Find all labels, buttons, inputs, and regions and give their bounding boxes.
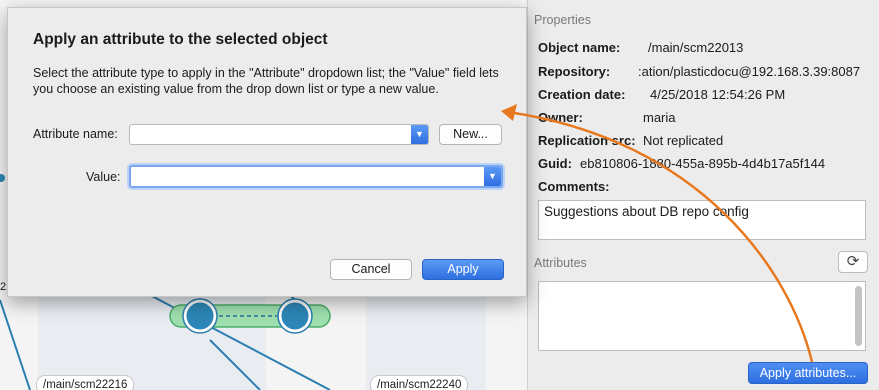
changeset-icon	[278, 299, 312, 333]
prop-key: Replication src:	[538, 133, 636, 148]
prop-value: Not replicated	[643, 133, 724, 148]
new-attribute-button[interactable]: New...	[439, 124, 502, 145]
value-label: Value:	[86, 170, 121, 184]
prop-object-name: Object name: /main/scm22013	[538, 40, 743, 55]
prop-value: /main/scm22013	[648, 40, 744, 55]
prop-key: Comments:	[538, 179, 610, 194]
dialog-title: Apply an attribute to the selected objec…	[33, 31, 328, 48]
prop-comments: Comments:	[538, 179, 610, 194]
chevron-down-icon[interactable]: ▼	[484, 167, 501, 186]
refresh-icon: ⟳	[846, 253, 860, 270]
changeset-icon	[0, 174, 5, 182]
prop-value: 4/25/2018 12:54:26 PM	[650, 87, 786, 102]
prop-replication-src: Replication src: Not replicated	[538, 133, 723, 148]
attributes-list[interactable]	[538, 281, 866, 351]
prop-key: Creation date:	[538, 87, 626, 102]
prop-key: Object name:	[538, 40, 621, 55]
comments-field[interactable]: Suggestions about DB repo config	[538, 200, 866, 240]
branch-tag[interactable]: /main/scm22240	[370, 375, 469, 390]
dialog-description: Select the attribute type to apply in th…	[33, 66, 499, 96]
prop-value: :ation/plasticdocu@192.168.3.39:8087	[638, 64, 861, 79]
prop-owner: Owner: maria	[538, 110, 676, 125]
changeset-icon	[183, 299, 217, 333]
prop-guid: Guid: eb810806-1880-455a-895b-4d4b17a5f14…	[538, 156, 825, 171]
properties-panel: Properties Object name: /main/scm22013 Re…	[527, 0, 879, 390]
apply-attributes-button[interactable]: Apply attributes...	[748, 362, 868, 384]
properties-title: Properties	[534, 13, 591, 27]
refresh-button[interactable]: ⟳	[838, 251, 868, 273]
apply-button[interactable]: Apply	[422, 259, 504, 280]
prop-key: Repository:	[538, 64, 611, 79]
branch-link-line	[0, 299, 31, 390]
branch-link-line	[209, 339, 261, 390]
cancel-button[interactable]: Cancel	[330, 259, 412, 280]
chevron-down-icon[interactable]: ▼	[411, 125, 428, 144]
value-combobox[interactable]: ▼	[129, 165, 503, 188]
prop-key: Guid:	[538, 156, 572, 171]
prop-creation-date: Creation date: 4/25/2018 12:54:26 PM	[538, 87, 785, 102]
prop-value: maria	[643, 110, 676, 125]
attributes-scrollbar[interactable]	[855, 286, 862, 346]
prop-value: eb810806-1880-455a-895b-4d4b17a5f144	[580, 156, 826, 171]
branch-tag[interactable]: /main/scm22216	[36, 375, 135, 390]
prop-repository: Repository: :ation/plasticdocu@192.168.3.…	[538, 64, 860, 79]
attribute-name-dropdown[interactable]: ▼	[129, 124, 429, 145]
prop-key: Owner:	[538, 110, 583, 125]
attribute-name-label: Attribute name:	[33, 127, 118, 141]
attributes-title: Attributes	[534, 256, 587, 270]
apply-attribute-dialog: Apply an attribute to the selected objec…	[7, 7, 527, 297]
